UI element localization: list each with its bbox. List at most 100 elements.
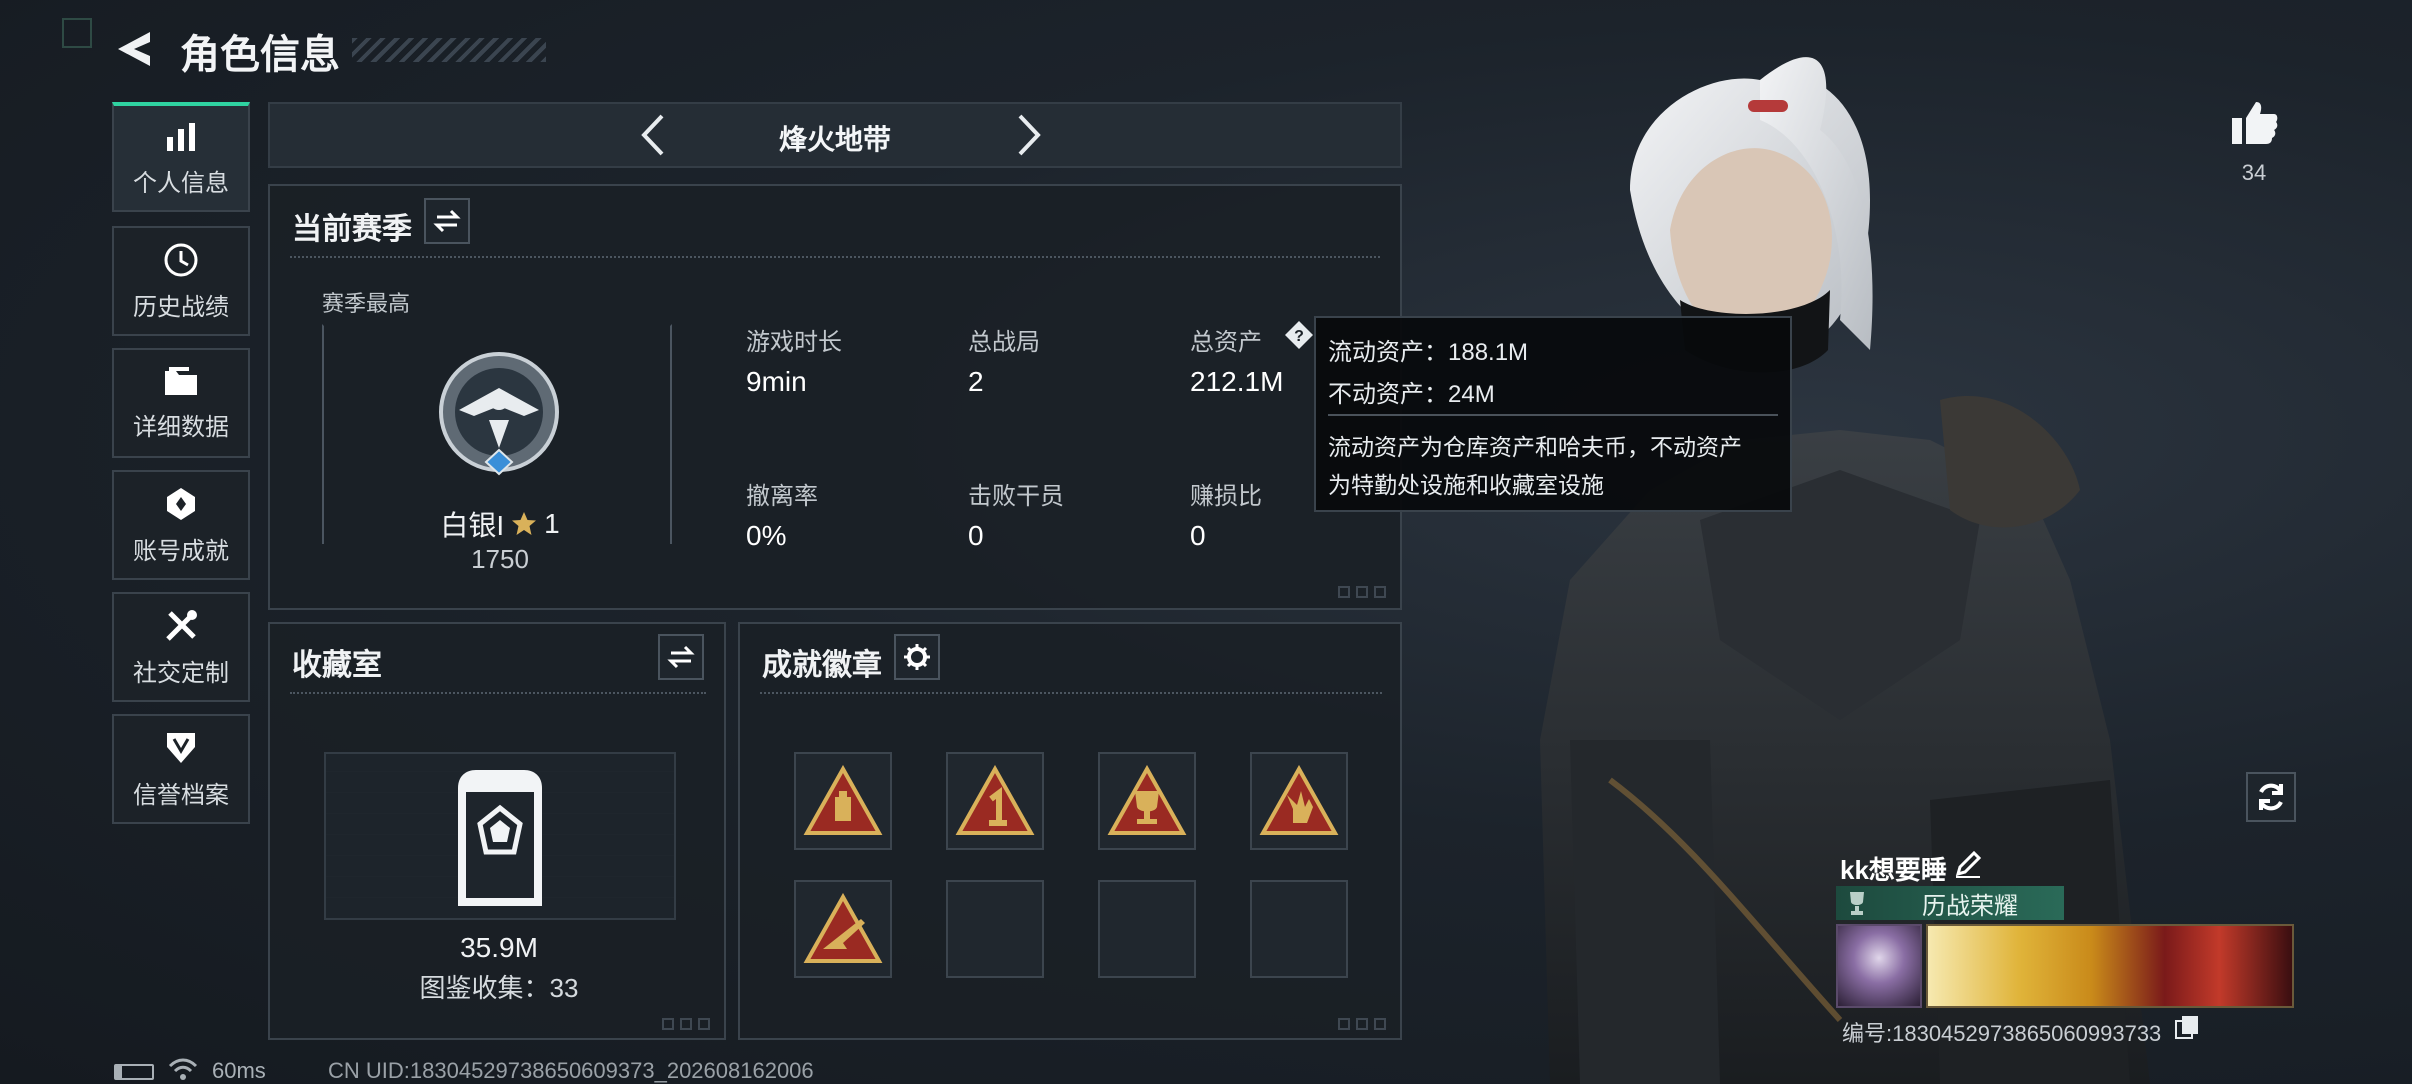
stat-label-total-matches: 总战局 — [968, 329, 1040, 356]
player-id: 编号:1830452973865060993733 — [1842, 1021, 2162, 1046]
season-switch-button[interactable] — [424, 198, 470, 244]
mode-label: 烽火地带 — [778, 124, 891, 155]
mode-selector: 烽火地带 — [268, 102, 1402, 168]
sidebar-item-label: 账号成就 — [133, 537, 229, 565]
like-count: 34 — [2241, 160, 2267, 185]
gear-icon — [904, 644, 930, 670]
collection-value: 35.9M — [460, 932, 538, 963]
stat-label-kills: 击败干员 — [968, 483, 1064, 510]
sidebar-item-social-custom[interactable]: 社交定制 — [112, 592, 250, 702]
tools-icon — [166, 609, 197, 641]
corner-square — [62, 18, 92, 48]
stat-value-total-matches: 2 — [968, 366, 984, 397]
sidebar-item-reputation[interactable]: 信誉档案 — [112, 714, 250, 824]
trophy-badge-icon — [1107, 765, 1187, 835]
sidebar-item-achievements[interactable]: 账号成就 — [112, 470, 250, 580]
swap-icon — [667, 645, 695, 669]
pencil-icon — [1955, 850, 1982, 878]
honor-badge[interactable]: 历战荣耀 — [1836, 886, 2064, 920]
sidebar-item-detail-data[interactable]: 详细数据 — [112, 348, 250, 458]
stat-label-total-assets: 总资产 — [1190, 329, 1262, 356]
wifi-icon — [168, 1058, 198, 1080]
badge-slot-6-empty[interactable] — [946, 880, 1044, 978]
shield-icon — [167, 732, 195, 763]
stat-value-profit-ratio: 0 — [1190, 520, 1206, 551]
rank-score: 1750 — [471, 544, 529, 574]
stat-label-playtime: 游戏时长 — [746, 329, 842, 356]
tooltip-desc-line1: 流动资产为仓库资产和哈夫币，不动资产 — [1328, 434, 1742, 460]
copy-id-button[interactable] — [2174, 1014, 2200, 1040]
bar-chart-icon — [167, 122, 195, 151]
trophy-icon — [1850, 892, 1864, 915]
badge-slot-3[interactable] — [1098, 752, 1196, 850]
stat-label-profit-ratio: 赚损比 — [1190, 483, 1262, 510]
stat-value-playtime: 9min — [746, 366, 807, 397]
folder-icon — [165, 366, 197, 395]
sidebar-item-history[interactable]: 历史战绩 — [112, 226, 250, 336]
like-button[interactable] — [2228, 96, 2280, 148]
player-banner[interactable] — [1926, 924, 2294, 1008]
edit-name-button[interactable] — [1952, 848, 1984, 880]
uid-text: CN UID:18304529738650609373_202608162006 — [328, 1058, 814, 1083]
collection-catalog: 图鉴收集：33 — [419, 973, 579, 1003]
corner-marks — [662, 1018, 720, 1030]
mine-badge-icon — [803, 765, 883, 835]
assets-info-button[interactable]: ? — [1284, 320, 1314, 350]
collection-preview[interactable] — [324, 752, 676, 920]
sidebar-item-label: 社交定制 — [133, 659, 229, 687]
collection-switch-button[interactable] — [658, 634, 704, 680]
corner-marks — [1338, 1018, 1396, 1030]
rank-stars: 1 — [544, 508, 560, 539]
sidebar-item-label: 详细数据 — [133, 413, 229, 441]
back-button[interactable] — [112, 26, 158, 72]
badge-slot-1[interactable] — [794, 752, 892, 850]
corner-marks — [1338, 586, 1396, 598]
achievement-icon — [167, 487, 195, 520]
refresh-icon — [2259, 783, 2283, 811]
player-name: kk想要睡 — [1840, 855, 1947, 885]
achievements-settings-button[interactable] — [894, 634, 940, 680]
rotate-view-button[interactable] — [2246, 772, 2296, 822]
sidebar-item-personal-info[interactable]: 个人信息 — [112, 102, 250, 212]
rank-emblem-icon — [439, 352, 559, 476]
ping-text: 60ms — [212, 1058, 266, 1083]
badge-slot-8-empty[interactable] — [1250, 880, 1348, 978]
collection-panel: 收藏室 35.9M 图鉴收集：33 — [268, 622, 726, 1040]
achievements-panel: 成就徽章 — [738, 622, 1402, 1040]
badge-slot-2[interactable] — [946, 752, 1044, 850]
page-title: 角色信息 — [180, 33, 340, 77]
sidebar-item-label: 历史战绩 — [133, 293, 229, 321]
badge-slot-5[interactable] — [794, 880, 892, 978]
stat-value-kills: 0 — [968, 520, 984, 551]
tooltip-liquid-assets: 流动资产：188.1M — [1328, 339, 1529, 366]
rifle-badge-icon — [803, 893, 883, 963]
season-title: 当前赛季 — [292, 213, 412, 246]
back-arrow-icon — [118, 32, 150, 66]
tooltip-fixed-assets: 不动资产：24M — [1328, 381, 1495, 408]
battery-icon — [114, 1064, 154, 1080]
thumbs-up-icon — [2232, 102, 2278, 144]
stat-value-total-assets: 212.1M — [1190, 366, 1284, 397]
prev-mode-button[interactable] — [630, 110, 680, 160]
first-place-badge-icon — [955, 765, 1035, 835]
rank-name: 白银I — [440, 510, 505, 541]
season-panel: 当前赛季 赛季最高 白银I 1 1750 游戏时长 9min 总战局 2 总资产… — [268, 184, 1402, 610]
svg-text:?: ? — [1294, 328, 1304, 345]
chevron-left-icon — [641, 114, 664, 156]
player-avatar[interactable] — [1836, 924, 1922, 1008]
next-mode-button[interactable] — [1002, 110, 1052, 160]
badge-slot-4[interactable] — [1250, 752, 1348, 850]
collection-title: 收藏室 — [292, 649, 382, 682]
tooltip-divider — [1328, 414, 1778, 416]
achievements-title: 成就徽章 — [762, 649, 882, 682]
copy-icon — [2175, 1016, 2198, 1039]
help-icon: ? — [1285, 321, 1313, 349]
sidebar-item-label: 个人信息 — [133, 169, 229, 197]
tooltip-desc-line2: 为特勤处设施和收藏室设施 — [1328, 472, 1604, 498]
badge-slot-7-empty[interactable] — [1098, 880, 1196, 978]
assets-tooltip: 流动资产：188.1M 不动资产：24M 流动资产为仓库资产和哈夫币，不动资产 … — [1314, 316, 1792, 512]
sidebar-item-label: 信誉档案 — [133, 781, 229, 809]
divider — [290, 692, 706, 696]
divider — [760, 692, 1382, 696]
chevron-right-icon — [1018, 114, 1041, 156]
